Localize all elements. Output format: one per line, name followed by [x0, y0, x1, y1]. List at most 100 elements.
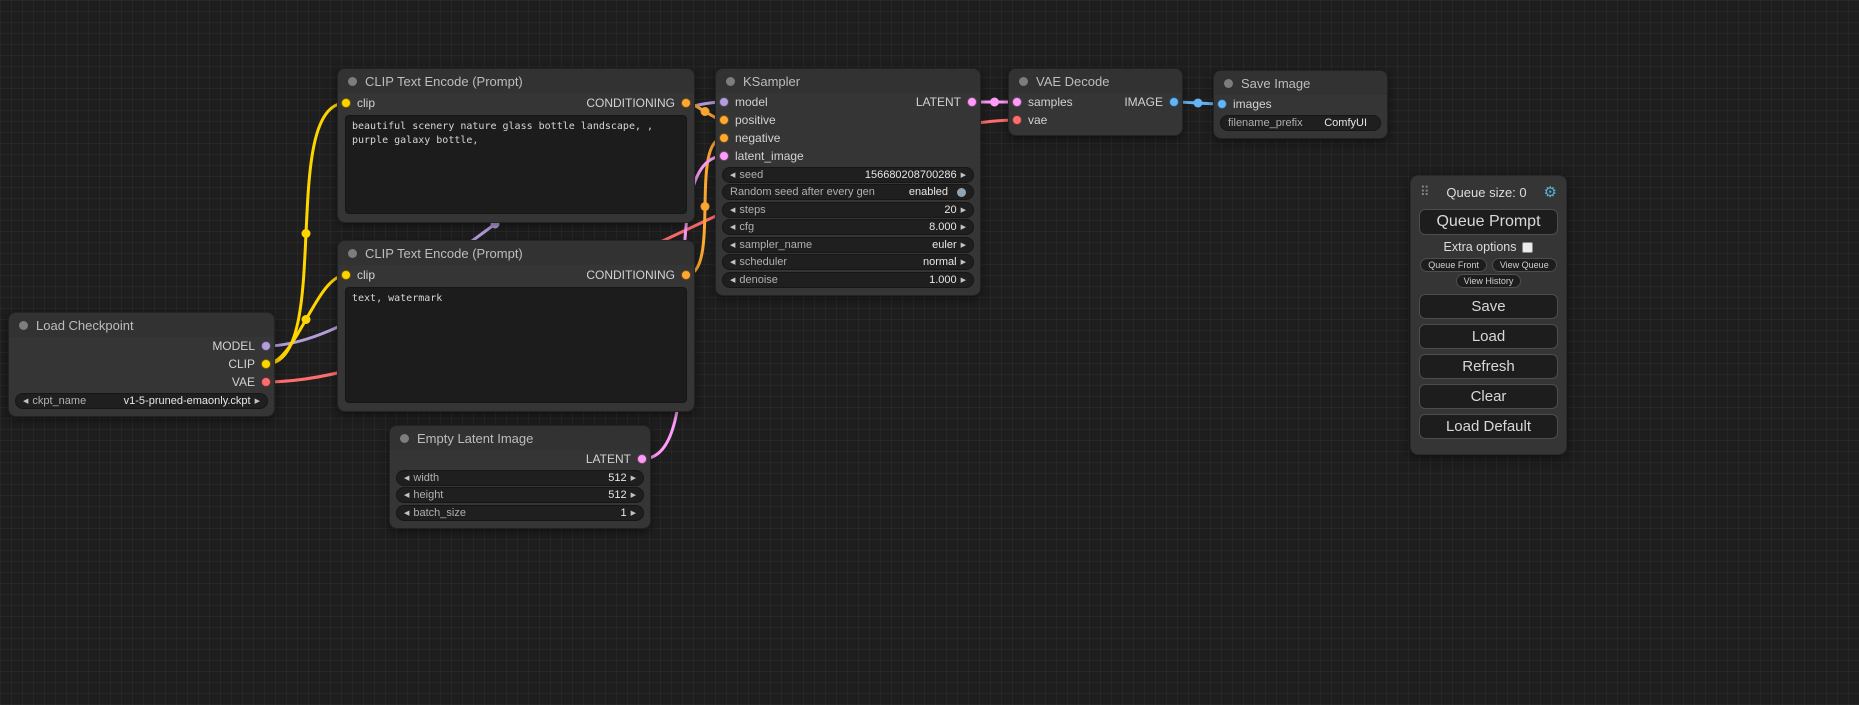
load-button[interactable]: Load: [1419, 324, 1558, 349]
clip-output-port[interactable]: [261, 359, 271, 369]
scheduler-widget[interactable]: ◀ scheduler normal ▶: [722, 254, 974, 270]
decrement-arrow-icon[interactable]: ◀: [404, 491, 409, 499]
toggle-dot[interactable]: [957, 188, 966, 197]
latent-image-input-port[interactable]: [719, 151, 729, 161]
node-save-image[interactable]: Save Image images filename_prefix ComfyU…: [1213, 70, 1388, 139]
increment-arrow-icon[interactable]: ▶: [961, 206, 966, 214]
negative-prompt-textarea[interactable]: text, watermark: [345, 287, 687, 403]
node-title-bar[interactable]: CLIP Text Encode (Prompt): [338, 241, 694, 265]
images-input-port[interactable]: [1217, 99, 1227, 109]
save-button[interactable]: Save: [1419, 294, 1558, 319]
slot-label-latent: LATENT: [586, 452, 631, 466]
node-load-checkpoint[interactable]: Load Checkpoint MODEL CLIP VAE ◀ ckpt_na…: [8, 312, 275, 417]
collapse-dot[interactable]: [19, 321, 28, 330]
view-history-button[interactable]: View History: [1456, 274, 1522, 288]
latent-output-port[interactable]: [967, 97, 977, 107]
vae-input-port[interactable]: [1012, 115, 1022, 125]
decrement-arrow-icon[interactable]: ◀: [404, 509, 409, 517]
increment-arrow-icon[interactable]: ▶: [631, 491, 636, 499]
node-title-bar[interactable]: CLIP Text Encode (Prompt): [338, 69, 694, 93]
decrement-arrow-icon[interactable]: ◀: [730, 171, 735, 179]
slot-label-samples: samples: [1028, 95, 1073, 109]
model-output-port[interactable]: [261, 341, 271, 351]
increment-arrow-icon[interactable]: ▶: [961, 258, 966, 266]
extra-options-checkbox[interactable]: [1522, 242, 1533, 253]
widget-label: scheduler: [739, 256, 787, 268]
random-seed-toggle-widget[interactable]: Random seed after every gen enabled: [722, 184, 974, 200]
node-title: KSampler: [743, 74, 800, 89]
seed-widget[interactable]: ◀ seed 156680208700286 ▶: [722, 167, 974, 183]
node-ksampler[interactable]: KSampler model LATENT positive negative …: [715, 68, 981, 296]
sampler-name-widget[interactable]: ◀ sampler_name euler ▶: [722, 237, 974, 253]
positive-prompt-textarea[interactable]: beautiful scenery nature glass bottle la…: [345, 115, 687, 214]
batch-size-widget[interactable]: ◀ batch_size 1 ▶: [396, 505, 644, 521]
decrement-arrow-icon[interactable]: ◀: [730, 258, 735, 266]
steps-widget[interactable]: ◀ steps 20 ▶: [722, 202, 974, 218]
clear-button[interactable]: Clear: [1419, 384, 1558, 409]
model-input-port[interactable]: [719, 97, 729, 107]
clip-input-port[interactable]: [341, 270, 351, 280]
latent-output-port[interactable]: [637, 454, 647, 464]
denoise-widget[interactable]: ◀ denoise 1.000 ▶: [722, 272, 974, 288]
widget-value: 8.000: [929, 221, 957, 233]
increment-arrow-icon[interactable]: ▶: [961, 171, 966, 179]
conditioning-output-port[interactable]: [681, 98, 691, 108]
increment-arrow-icon[interactable]: ▶: [961, 223, 966, 231]
conditioning-output-port[interactable]: [681, 270, 691, 280]
collapse-dot[interactable]: [1224, 79, 1233, 88]
node-title-bar[interactable]: Empty Latent Image: [390, 426, 650, 450]
decrement-arrow-icon[interactable]: ◀: [730, 276, 735, 284]
samples-input-port[interactable]: [1012, 97, 1022, 107]
widget-label: denoise: [739, 274, 778, 286]
decrement-arrow-icon[interactable]: ◀: [23, 397, 28, 405]
collapse-dot[interactable]: [348, 77, 357, 86]
vae-output-port[interactable]: [261, 377, 271, 387]
queue-front-button[interactable]: Queue Front: [1420, 258, 1487, 272]
queue-prompt-button[interactable]: Queue Prompt: [1419, 209, 1558, 235]
increment-arrow-icon[interactable]: ▶: [631, 474, 636, 482]
settings-gear-icon[interactable]: ⚙: [1544, 183, 1557, 201]
output-slot-latent: LATENT: [390, 450, 650, 468]
filename-prefix-widget[interactable]: filename_prefix ComfyUI: [1220, 115, 1381, 131]
clip-input-port[interactable]: [341, 98, 351, 108]
positive-input-port[interactable]: [719, 115, 729, 125]
node-graph-canvas[interactable]: Load Checkpoint MODEL CLIP VAE ◀ ckpt_na…: [0, 0, 1859, 705]
negative-input-port[interactable]: [719, 133, 729, 143]
slot-row: model LATENT: [716, 93, 980, 111]
node-clip-text-encode-positive[interactable]: CLIP Text Encode (Prompt) clip CONDITION…: [337, 68, 695, 223]
slot-label-latent-image: latent_image: [735, 149, 804, 163]
decrement-arrow-icon[interactable]: ◀: [730, 223, 735, 231]
view-queue-button[interactable]: View Queue: [1492, 258, 1557, 272]
increment-arrow-icon[interactable]: ▶: [961, 276, 966, 284]
image-output-port[interactable]: [1169, 97, 1179, 107]
height-widget[interactable]: ◀ height 512 ▶: [396, 487, 644, 503]
collapse-dot[interactable]: [400, 434, 409, 443]
load-default-button[interactable]: Load Default: [1419, 414, 1558, 439]
node-vae-decode[interactable]: VAE Decode samples IMAGE vae: [1008, 68, 1183, 136]
collapse-dot[interactable]: [348, 249, 357, 258]
slot-label-latent: LATENT: [916, 95, 961, 109]
refresh-button[interactable]: Refresh: [1419, 354, 1558, 379]
collapse-dot[interactable]: [1019, 77, 1028, 86]
increment-arrow-icon[interactable]: ▶: [961, 241, 966, 249]
node-title: CLIP Text Encode (Prompt): [365, 74, 523, 89]
cfg-widget[interactable]: ◀ cfg 8.000 ▶: [722, 219, 974, 235]
width-widget[interactable]: ◀ width 512 ▶: [396, 470, 644, 486]
increment-arrow-icon[interactable]: ▶: [255, 397, 260, 405]
node-title-bar[interactable]: Save Image: [1214, 71, 1387, 95]
node-title-bar[interactable]: Load Checkpoint: [9, 313, 274, 337]
decrement-arrow-icon[interactable]: ◀: [404, 474, 409, 482]
drag-handle-icon[interactable]: ⠿: [1420, 184, 1430, 200]
ckpt-name-widget[interactable]: ◀ ckpt_name v1-5-pruned-emaonly.ckpt ▶: [15, 393, 268, 409]
node-title-bar[interactable]: KSampler: [716, 69, 980, 93]
increment-arrow-icon[interactable]: ▶: [631, 509, 636, 517]
slot-label-model: MODEL: [212, 339, 255, 353]
widget-label: Random seed after every gen: [730, 186, 875, 198]
decrement-arrow-icon[interactable]: ◀: [730, 241, 735, 249]
node-clip-text-encode-negative[interactable]: CLIP Text Encode (Prompt) clip CONDITION…: [337, 240, 695, 412]
node-title-bar[interactable]: VAE Decode: [1009, 69, 1182, 93]
widget-value: v1-5-pruned-emaonly.ckpt: [124, 395, 251, 407]
collapse-dot[interactable]: [726, 77, 735, 86]
node-empty-latent-image[interactable]: Empty Latent Image LATENT ◀ width 512 ▶ …: [389, 425, 651, 529]
decrement-arrow-icon[interactable]: ◀: [730, 206, 735, 214]
